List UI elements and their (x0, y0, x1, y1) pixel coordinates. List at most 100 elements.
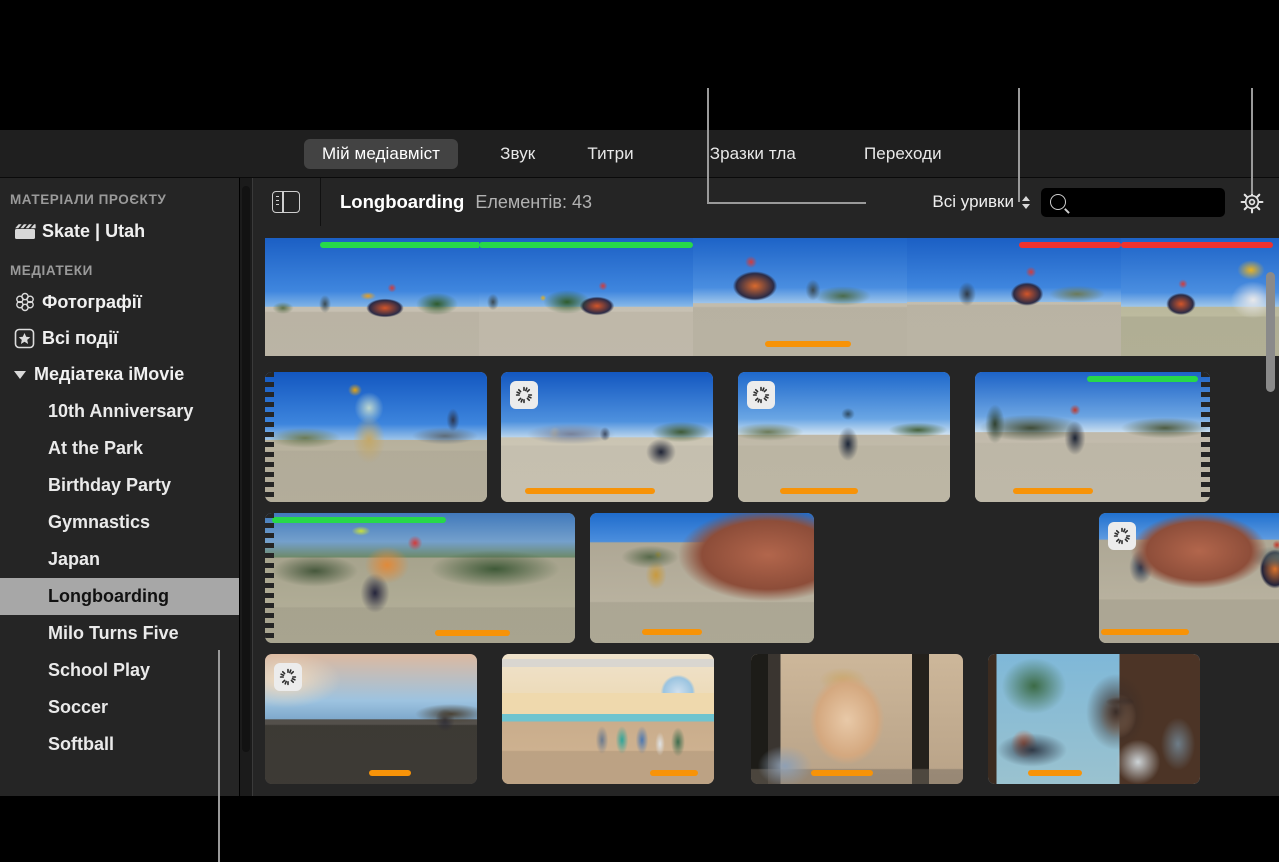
clip-thumbnail[interactable] (693, 238, 907, 356)
clip-thumbnail[interactable] (501, 372, 713, 502)
sidebar-toggle-icon[interactable] (272, 191, 300, 213)
used-in-project-marker[interactable] (765, 341, 851, 347)
clip-thumbnail[interactable] (265, 238, 479, 356)
item-count-label: Елементів: 43 (475, 192, 592, 213)
used-in-project-marker[interactable] (650, 770, 698, 776)
favorite-marker[interactable] (479, 242, 693, 248)
sidebar-item-soccer[interactable]: Soccer (0, 689, 239, 726)
filter-popup-label[interactable]: Всі уривки (932, 192, 1014, 212)
clip-image-detail (751, 654, 963, 784)
clip-image-detail (693, 238, 907, 356)
sidebar-item-gymnastics[interactable]: Gymnastics (0, 504, 239, 541)
toolbar-divider (320, 178, 321, 226)
clip-thumbnail[interactable] (1121, 238, 1279, 356)
event-title: Longboarding (340, 191, 464, 213)
clip-image-detail (975, 372, 1210, 502)
stabilization-icon (510, 381, 538, 409)
sidebar-heading-project-media: МАТЕРІАЛИ ПРОЄКТУ (0, 178, 239, 213)
clip-thumbnail[interactable] (907, 238, 1121, 356)
clip-thumbnail[interactable] (265, 372, 487, 502)
clip-image-detail (988, 654, 1200, 784)
favorite-marker[interactable] (1087, 376, 1198, 382)
tab-backgrounds[interactable]: Зразки тла (692, 139, 814, 169)
sidebar-item-milo-turns-five[interactable]: Milo Turns Five (0, 615, 239, 652)
clip-image-detail (479, 238, 693, 356)
rejected-marker[interactable] (1019, 242, 1121, 248)
sidebar-item-10th-anniversary[interactable]: 10th Anniversary (0, 393, 239, 430)
used-in-project-marker[interactable] (369, 770, 411, 776)
tab-audio[interactable]: Звук (482, 139, 553, 169)
callout-line-sidebar (218, 650, 220, 862)
clip-image-detail (1121, 238, 1279, 356)
media-type-tab-bar: Мій медіавміст Звук Титри Зразки тла Пер… (0, 130, 1279, 178)
callout-line-filter (707, 88, 709, 204)
sidebar-item-project-skate-utah[interactable]: Skate | Utah (0, 213, 239, 249)
used-in-project-marker[interactable] (435, 630, 510, 636)
search-field[interactable] (1041, 188, 1225, 217)
used-in-project-marker[interactable] (525, 488, 655, 494)
clip-thumbnail[interactable] (265, 654, 477, 784)
filmstrip-row[interactable] (253, 238, 1279, 356)
used-in-project-marker[interactable] (1013, 488, 1093, 494)
sidebar-item-birthday-party[interactable]: Birthday Party (0, 467, 239, 504)
clip-row[interactable] (253, 654, 1279, 784)
clip-thumbnail[interactable] (1099, 513, 1279, 643)
clip-thumbnail[interactable] (479, 238, 693, 356)
disclosure-triangle-icon[interactable] (14, 371, 26, 379)
sidebar-scrollbar-thumb[interactable] (242, 186, 250, 752)
favorite-marker[interactable] (272, 517, 446, 523)
filmstrip-edge (1201, 372, 1210, 502)
sidebar-item-all-events[interactable]: Всі події (0, 320, 239, 356)
used-in-project-marker[interactable] (1028, 770, 1082, 776)
clip-thumbnail[interactable] (590, 513, 814, 643)
tab-transitions[interactable]: Переходи (846, 139, 960, 169)
sidebar-item-japan[interactable]: Japan (0, 541, 239, 578)
sidebar-heading-libraries: МЕДІАТЕКИ (0, 249, 239, 284)
clip-thumbnail[interactable] (975, 372, 1210, 502)
sidebar-item-school-play[interactable]: School Play (0, 652, 239, 689)
sidebar-item-at-the-park[interactable]: At the Park (0, 430, 239, 467)
clip-thumbnail[interactable] (988, 654, 1200, 784)
tab-titles[interactable]: Титри (569, 139, 651, 169)
libraries-sidebar: МАТЕРІАЛИ ПРОЄКТУ Skate | Utah МЕДІАТЕКИ (0, 178, 239, 796)
clip-row[interactable] (253, 513, 1279, 643)
grid-scrollbar-thumb[interactable] (1266, 272, 1275, 392)
photos-flower-icon (14, 291, 42, 313)
clip-image-detail (265, 238, 479, 356)
sidebar-item-softball[interactable]: Softball (0, 726, 239, 763)
search-icon (1050, 194, 1066, 210)
sidebar-project-label: Skate | Utah (42, 221, 145, 242)
sidebar-item-photos[interactable]: Фотографії (0, 284, 239, 320)
used-in-project-marker[interactable] (780, 488, 858, 494)
rejected-marker[interactable] (1121, 242, 1273, 248)
film-clapper-icon (14, 223, 42, 240)
clip-image-detail (907, 238, 1121, 356)
filmstrip-edge (265, 372, 274, 502)
sidebar-imovie-library-label: Медіатека iMovie (34, 364, 184, 385)
up-down-stepper-icon[interactable] (1022, 196, 1030, 209)
star-badge-icon (14, 328, 42, 349)
clip-image-detail (265, 372, 487, 502)
stabilization-icon (1108, 522, 1136, 550)
clip-thumbnail[interactable] (502, 654, 714, 784)
sidebar-all-events-label: Всі події (42, 328, 118, 349)
used-in-project-marker[interactable] (811, 770, 873, 776)
clip-thumbnail[interactable] (751, 654, 963, 784)
clip-row[interactable] (253, 372, 1279, 502)
sidebar-photos-label: Фотографії (42, 292, 142, 313)
sidebar-item-imovie-library[interactable]: Медіатека iMovie (0, 356, 239, 393)
search-input[interactable] (1072, 193, 1216, 211)
used-in-project-marker[interactable] (642, 629, 702, 635)
used-in-project-marker[interactable] (1101, 629, 1189, 635)
clip-image-detail (590, 513, 814, 643)
media-clip-grid[interactable] (253, 226, 1279, 796)
callout-line-filter-horizontal (707, 202, 866, 204)
clip-thumbnail[interactable] (265, 513, 575, 643)
tab-my-media[interactable]: Мій медіавміст (304, 139, 458, 169)
favorite-marker[interactable] (320, 242, 479, 248)
callout-line-settings (1251, 88, 1253, 194)
sidebar-toggle-dots (276, 196, 279, 209)
clip-image-detail (265, 513, 575, 643)
sidebar-item-longboarding[interactable]: Longboarding (0, 578, 239, 615)
clip-thumbnail[interactable] (738, 372, 950, 502)
